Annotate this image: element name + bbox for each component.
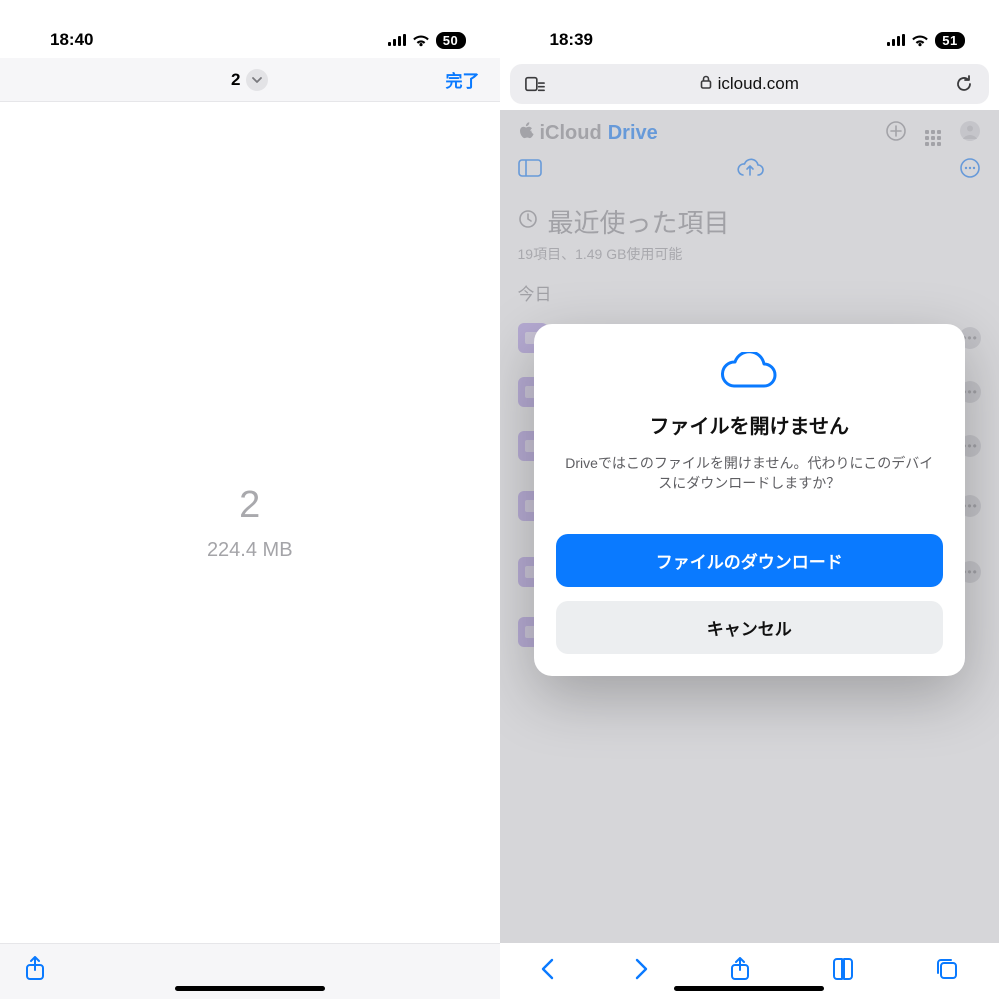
file-name: 2: [239, 484, 260, 527]
battery-badge: 50: [436, 32, 466, 49]
home-indicator[interactable]: [175, 986, 325, 991]
lock-icon: [700, 74, 712, 94]
status-time: 18:39: [550, 30, 593, 50]
wifi-icon: [412, 34, 430, 47]
status-bar: 18:40 50: [0, 0, 500, 58]
status-bar: 18:39 51: [500, 0, 999, 58]
done-button[interactable]: 完了: [446, 67, 480, 92]
forward-icon[interactable]: [635, 958, 649, 985]
address-domain: icloud.com: [718, 74, 799, 94]
battery-badge: 51: [935, 32, 965, 49]
wifi-icon: [911, 34, 929, 47]
right-screenshot: 18:39 51 icloud.com: [500, 0, 999, 999]
cellular-icon: [887, 34, 905, 46]
status-right: 51: [887, 32, 965, 49]
download-file-button[interactable]: ファイルのダウンロード: [556, 534, 944, 587]
cancel-button[interactable]: キャンセル: [556, 601, 944, 654]
safari-content: iCloud Drive: [500, 110, 999, 943]
left-screenshot: 18:40 50 2 完了 2 224.4 MB: [0, 0, 500, 999]
page-menu-icon[interactable]: [522, 76, 548, 92]
status-time: 18:40: [50, 30, 93, 50]
home-indicator[interactable]: [674, 986, 824, 991]
cannot-open-file-modal: ファイルを開けません Driveではこのファイルを開けません。代わりにこのデバイ…: [534, 324, 966, 676]
file-preview-body: 2 224.4 MB: [0, 102, 500, 943]
share-icon[interactable]: [730, 957, 750, 986]
safari-address-wrap: icloud.com: [500, 58, 999, 110]
tabs-icon[interactable]: [936, 958, 958, 985]
file-size: 224.4 MB: [207, 539, 293, 562]
nav-title[interactable]: 2: [231, 69, 268, 91]
modal-body: Driveではこのファイルを開けません。代わりにこのデバイスにダウンロードします…: [556, 453, 944, 494]
cloud-icon: [556, 352, 944, 392]
reload-icon[interactable]: [951, 74, 977, 94]
file-preview-navbar: 2 完了: [0, 58, 500, 102]
chevron-down-icon[interactable]: [246, 69, 268, 91]
cellular-icon: [388, 34, 406, 46]
back-icon[interactable]: [540, 958, 554, 985]
share-icon[interactable]: [24, 956, 46, 987]
status-right: 50: [388, 32, 466, 49]
address-center[interactable]: icloud.com: [558, 74, 942, 94]
bookmarks-icon[interactable]: [831, 958, 855, 985]
safari-address-bar[interactable]: icloud.com: [510, 64, 990, 104]
nav-title-text: 2: [231, 70, 240, 90]
modal-title: ファイルを開けません: [556, 410, 944, 439]
